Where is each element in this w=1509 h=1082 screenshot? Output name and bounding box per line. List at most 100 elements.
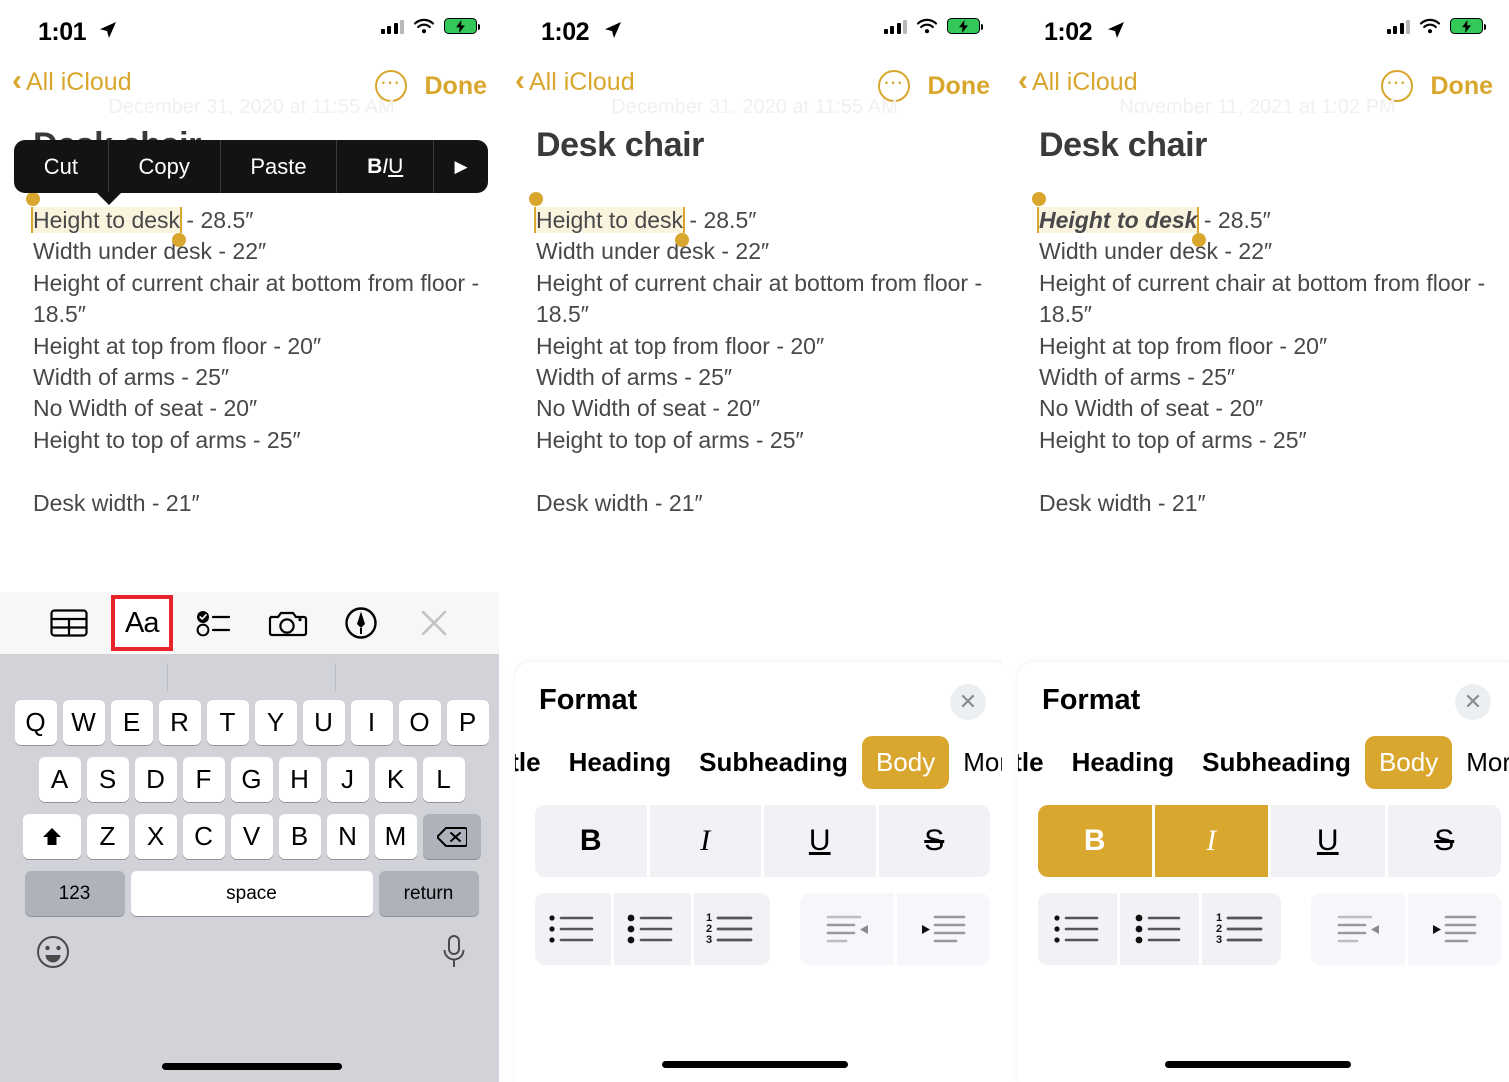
indent-button[interactable]	[896, 893, 990, 965]
biu-style-button[interactable]: BIU	[337, 140, 434, 193]
close-circle-icon[interactable]: ✕	[950, 684, 986, 720]
close-icon[interactable]	[407, 599, 461, 647]
markup-pen-icon[interactable]	[334, 599, 388, 647]
paragraph-style-row[interactable]: itle Heading Subheading Body Mor	[1018, 736, 1509, 789]
format-sheet: Format ✕ itle Heading Subheading Body Mo…	[515, 662, 1006, 1082]
copy-button[interactable]: Copy	[109, 140, 221, 193]
key-u[interactable]: U	[302, 700, 345, 745]
back-to-all-icloud-button[interactable]: ‹ All iCloud	[12, 66, 132, 97]
return-key[interactable]: return	[378, 871, 479, 916]
key-y[interactable]: Y	[254, 700, 297, 745]
selection-handle-end[interactable]	[675, 233, 689, 247]
table-icon[interactable]	[42, 599, 96, 647]
more-arrow-icon[interactable]: ▶	[434, 140, 488, 193]
bold-button[interactable]: B	[535, 805, 647, 877]
emoji-smiley-icon[interactable]	[36, 935, 70, 974]
style-chip-more[interactable]: Mor	[1452, 736, 1509, 789]
key-c[interactable]: C	[182, 814, 225, 859]
key-g[interactable]: G	[230, 757, 273, 802]
bulleted-list-button[interactable]	[614, 893, 691, 965]
key-q[interactable]: Q	[14, 700, 57, 745]
note-body[interactable]: Height to desk - 28.5″ Width under desk …	[536, 205, 986, 519]
numbered-list-button[interactable]: 123	[693, 893, 770, 965]
key-k[interactable]: K	[374, 757, 417, 802]
style-chip-body[interactable]: Body	[1364, 736, 1453, 789]
note-body[interactable]: Height to desk - 28.5″ Width under desk …	[33, 205, 483, 519]
dashed-list-button[interactable]	[1038, 893, 1117, 965]
note-line: Height to top of arms - 25″	[536, 426, 804, 453]
key-v[interactable]: V	[230, 814, 273, 859]
key-d[interactable]: D	[134, 757, 177, 802]
key-i[interactable]: I	[350, 700, 393, 745]
selection-handle-start[interactable]	[529, 192, 543, 206]
key-o[interactable]: O	[398, 700, 441, 745]
close-circle-icon[interactable]: ✕	[1455, 684, 1491, 720]
dashed-list-button[interactable]	[535, 893, 612, 965]
camera-icon[interactable]	[261, 599, 315, 647]
list-type-group: 123	[1038, 893, 1281, 965]
italic-glyph: I	[1206, 824, 1217, 857]
key-t[interactable]: T	[206, 700, 249, 745]
style-chip-heading[interactable]: Heading	[555, 736, 686, 789]
style-chip-more[interactable]: Mor	[949, 736, 1006, 789]
key-s[interactable]: S	[86, 757, 129, 802]
selected-text-run[interactable]: Height to desk	[536, 207, 684, 233]
key-w[interactable]: W	[62, 700, 105, 745]
backspace-icon[interactable]	[422, 814, 481, 859]
battery-charging-icon	[947, 18, 983, 34]
selected-text-run[interactable]: Height to desk	[1039, 207, 1198, 233]
italic-button[interactable]: I	[1154, 805, 1268, 877]
battery-charging-icon	[1450, 18, 1486, 34]
selection-handle-start[interactable]	[26, 192, 40, 206]
bold-button[interactable]: B	[1038, 805, 1152, 877]
strikethrough-button[interactable]: S	[878, 805, 990, 877]
style-chip-body[interactable]: Body	[861, 736, 950, 789]
key-f[interactable]: F	[182, 757, 225, 802]
style-chip-subheading[interactable]: Subheading	[1188, 736, 1365, 789]
underline-button[interactable]: U	[764, 805, 876, 877]
style-chip-title[interactable]: itle	[1018, 736, 1058, 789]
key-x[interactable]: X	[134, 814, 177, 859]
underline-button[interactable]: U	[1271, 805, 1385, 877]
paste-button[interactable]: Paste	[221, 140, 338, 193]
selected-text-run[interactable]: Height to desk	[33, 207, 181, 233]
style-chip-title[interactable]: itle	[515, 736, 555, 789]
underline-glyph: U	[808, 824, 831, 857]
key-e[interactable]: E	[110, 700, 153, 745]
back-to-all-icloud-button[interactable]: ‹ All iCloud	[1018, 66, 1138, 97]
outdent-button[interactable]	[1311, 893, 1405, 965]
key-l[interactable]: L	[422, 757, 465, 802]
strikethrough-button[interactable]: S	[1387, 805, 1501, 877]
on-screen-keyboard[interactable]: QWERTYUIOP ASDFGHJKL ZXCVBNM 123 space r…	[0, 654, 503, 1082]
selection-handle-end[interactable]	[172, 233, 186, 247]
key-r[interactable]: R	[158, 700, 201, 745]
back-to-all-icloud-button[interactable]: ‹ All iCloud	[515, 66, 635, 97]
key-p[interactable]: P	[446, 700, 489, 745]
text-edit-callout-menu[interactable]: Cut Copy Paste BIU ▶	[14, 140, 488, 205]
microphone-icon[interactable]	[441, 934, 467, 975]
key-j[interactable]: J	[326, 757, 369, 802]
key-n[interactable]: N	[326, 814, 369, 859]
key-a[interactable]: A	[38, 757, 81, 802]
key-h[interactable]: H	[278, 757, 321, 802]
cut-button[interactable]: Cut	[14, 140, 109, 193]
style-chip-subheading[interactable]: Subheading	[685, 736, 862, 789]
indent-button[interactable]	[1407, 893, 1501, 965]
key-z[interactable]: Z	[86, 814, 129, 859]
space-key[interactable]: space	[130, 871, 373, 916]
text-format-aa-icon[interactable]: Aa	[110, 595, 173, 651]
bulleted-list-button[interactable]	[1120, 893, 1199, 965]
selection-handle-end[interactable]	[1192, 233, 1206, 247]
outdent-button[interactable]	[800, 893, 894, 965]
numbers-key[interactable]: 123	[24, 871, 125, 916]
selection-handle-start[interactable]	[1032, 192, 1046, 206]
numbered-list-button[interactable]: 123	[1202, 893, 1281, 965]
paragraph-style-row[interactable]: itle Heading Subheading Body Mor	[515, 736, 1006, 789]
shift-icon[interactable]	[22, 814, 81, 859]
key-b[interactable]: B	[278, 814, 321, 859]
checklist-icon[interactable]	[188, 599, 242, 647]
italic-button[interactable]: I	[649, 805, 761, 877]
note-body[interactable]: Height to desk - 28.5″ Width under desk …	[1039, 205, 1489, 519]
style-chip-heading[interactable]: Heading	[1058, 736, 1189, 789]
key-m[interactable]: M	[374, 814, 417, 859]
